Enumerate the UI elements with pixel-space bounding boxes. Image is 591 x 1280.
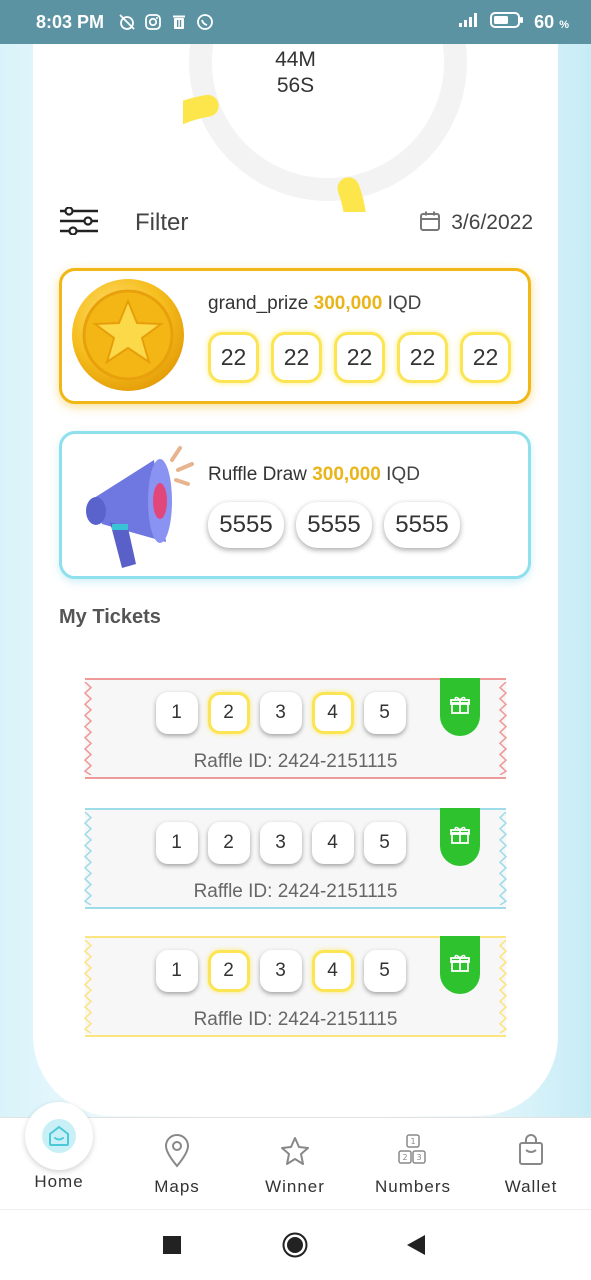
back-button[interactable] — [406, 1234, 426, 1261]
nav-wallet[interactable]: Wallet — [472, 1118, 590, 1210]
recent-apps-button[interactable] — [163, 1236, 181, 1254]
nav-numbers-label: Numbers — [375, 1177, 451, 1196]
home-button[interactable] — [282, 1232, 308, 1263]
svg-text:2: 2 — [402, 1153, 407, 1162]
grand-prize-card[interactable]: grand_prize 300,000 IQD 22 22 22 22 22 — [59, 268, 531, 404]
filter-label[interactable]: Filter — [135, 209, 188, 237]
grand-prize-numbers: 22 22 22 22 22 — [208, 332, 511, 383]
filter-row: Filter 3/6/2022 — [59, 205, 533, 240]
ticket-number: 2 — [207, 950, 250, 992]
date-value: 3/6/2022 — [451, 211, 533, 234]
grand-prize-title: grand_prize 300,000 IQD — [208, 293, 422, 314]
ticket-card[interactable]: 1 2 3 4 5 Raffle ID: 2424-2151115 — [83, 808, 508, 909]
signal-icon — [458, 12, 480, 33]
timer-minutes: 44M — [275, 48, 316, 71]
filter-sliders-icon[interactable] — [59, 205, 99, 240]
ruffle-draw-title: Ruffle Draw 300,000 IQD — [208, 464, 420, 485]
number-blocks-icon: 123 — [396, 1133, 430, 1172]
nav-maps-label: Maps — [154, 1177, 200, 1196]
ticket-number: 3 — [259, 822, 302, 864]
prize-number-ball: 22 — [334, 332, 385, 383]
battery-icon — [490, 11, 524, 34]
gift-tag[interactable] — [440, 808, 480, 866]
ruffle-number: 5555 — [208, 502, 284, 548]
my-tickets-title: My Tickets — [59, 606, 161, 628]
ruffle-draw-numbers: 5555 5555 5555 — [208, 502, 460, 548]
date-picker[interactable]: 3/6/2022 — [419, 210, 533, 237]
ticket-number: 2 — [207, 822, 250, 864]
ticket-number: 3 — [259, 950, 302, 992]
nav-home-label: Home — [34, 1172, 84, 1191]
gift-icon — [450, 695, 470, 720]
prize-number-ball: 22 — [460, 332, 511, 383]
whatsapp-icon — [196, 13, 214, 31]
status-time: 8:03 PM — [36, 11, 105, 32]
ruffle-number: 5555 — [384, 502, 460, 548]
timer-seconds: 56S — [276, 74, 315, 97]
raffle-id: Raffle ID: 2424-2151115 — [193, 1009, 398, 1030]
ticket-number: 2 — [207, 692, 250, 734]
main-card: 44M 56S Filter 3/6/2022 grand_prize 300,… — [33, 44, 558, 1116]
gift-icon — [450, 953, 470, 978]
ticket-number: 5 — [363, 822, 406, 864]
svg-text:1: 1 — [410, 1137, 415, 1146]
star-icon — [280, 1136, 310, 1171]
ruffle-draw-card[interactable]: Ruffle Draw 300,000 IQD 5555 5555 5555 — [59, 431, 531, 579]
nav-numbers[interactable]: 123 Numbers — [354, 1118, 472, 1210]
shopping-bag-icon — [517, 1133, 545, 1172]
gift-icon — [450, 825, 470, 850]
ticket-number: 1 — [155, 692, 198, 734]
ticket-number: 3 — [259, 692, 302, 734]
system-nav-bar — [0, 1209, 591, 1280]
ticket-number: 4 — [311, 950, 354, 992]
ticket-number: 4 — [311, 822, 354, 864]
instagram-icon — [144, 13, 162, 31]
prize-number-ball: 22 — [271, 332, 322, 383]
bottom-nav: Home Maps Winner 123 Numbers Wallet — [0, 1102, 591, 1210]
map-pin-icon — [163, 1134, 191, 1173]
nav-maps[interactable]: Maps — [118, 1118, 236, 1210]
ticket-number: 1 — [155, 822, 198, 864]
prize-number-ball: 22 — [397, 332, 448, 383]
ruffle-number: 5555 — [296, 502, 372, 548]
svg-text:3: 3 — [416, 1153, 421, 1162]
ticket-card[interactable]: 1 2 3 4 5 Raffle ID: 2424-2151115 — [83, 936, 508, 1037]
nav-home[interactable]: Home — [0, 1102, 118, 1210]
ticket-number: 4 — [311, 692, 354, 734]
ticket-card[interactable]: 1 2 3 4 5 Raffle ID: 2424-2151115 — [83, 678, 508, 779]
raffle-id: Raffle ID: 2424-2151115 — [193, 881, 398, 902]
gift-tag[interactable] — [440, 936, 480, 994]
nav-winner-label: Winner — [265, 1177, 325, 1196]
nav-winner[interactable]: Winner — [236, 1118, 354, 1210]
prize-number-ball: 22 — [208, 332, 259, 383]
alarm-off-icon — [118, 13, 136, 31]
ticket-number: 1 — [155, 950, 198, 992]
gold-coin-icon — [70, 275, 188, 400]
raffle-id: Raffle ID: 2424-2151115 — [193, 751, 398, 772]
gift-tag[interactable] — [440, 678, 480, 736]
calendar-icon — [419, 210, 441, 237]
battery-level: 60 % — [534, 11, 569, 32]
nav-wallet-label: Wallet — [504, 1177, 558, 1196]
status-bar: 8:03 PM 60 % — [0, 0, 591, 44]
megaphone-icon — [74, 438, 194, 579]
trash-icon — [170, 13, 188, 31]
home-bubble — [25, 1102, 93, 1170]
ticket-number: 5 — [363, 950, 406, 992]
home-icon — [42, 1119, 76, 1153]
ticket-number: 5 — [363, 692, 406, 734]
